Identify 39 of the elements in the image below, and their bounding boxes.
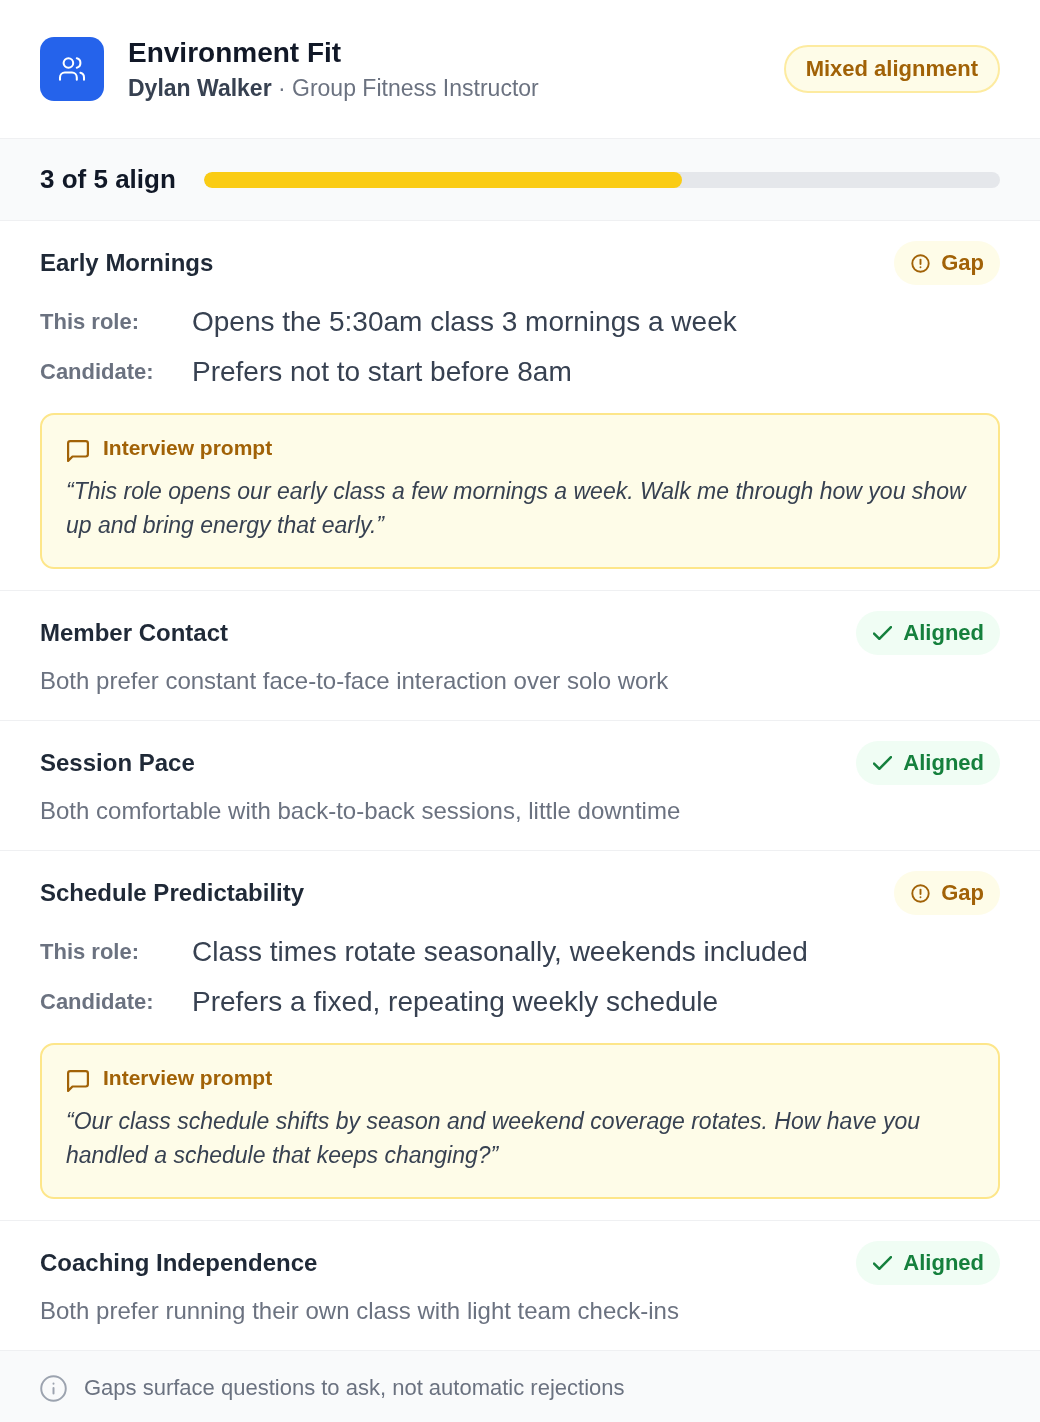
status-label: Gap bbox=[941, 250, 984, 276]
dimension-title: Early Mornings bbox=[40, 249, 214, 277]
dimension-title: Session Pace bbox=[40, 749, 195, 777]
dimension-title: Schedule Predictability bbox=[40, 879, 305, 907]
row-value: Prefers not to start before 8am bbox=[192, 356, 573, 388]
check-icon bbox=[873, 756, 893, 770]
users-icon bbox=[40, 37, 104, 101]
alert-icon bbox=[911, 883, 931, 903]
prompt-heading: Interview prompt bbox=[103, 436, 273, 460]
status-label: Aligned bbox=[903, 750, 984, 776]
row-label: Candidate: bbox=[40, 359, 155, 385]
dimension-title: Coaching Independence bbox=[40, 1249, 318, 1277]
subtitle: Dylan Walker · Group Fitness Instructor bbox=[128, 74, 540, 102]
prompt-heading: Interview prompt bbox=[103, 1066, 273, 1090]
alignment-count: 3 of 5 align bbox=[40, 164, 176, 195]
check-icon bbox=[873, 626, 893, 640]
status-badge: Mixed alignment bbox=[783, 45, 1000, 93]
row-label: Candidate: bbox=[40, 989, 155, 1015]
dimension-title: Member Contact bbox=[40, 619, 229, 647]
prompt-quote: “Our class schedule shifts by season and weekend coverage rotates. How have you handled a schedule that keeps changing?” bbox=[66, 1107, 922, 1170]
alert-icon bbox=[911, 253, 931, 273]
row-value: Prefers a fixed, repeating weekly schedule bbox=[192, 986, 720, 1018]
status-label: Aligned bbox=[903, 1250, 984, 1276]
status-label: Aligned bbox=[903, 620, 984, 646]
prompt-quote: “This role opens our early class a few mornings a week. Walk me through how you show up and bring energy that early.” bbox=[66, 477, 968, 540]
chat-bubble-icon bbox=[67, 439, 89, 462]
chat-bubble-icon bbox=[67, 1069, 89, 1092]
status-label: Gap bbox=[941, 880, 984, 906]
row-value: Class times rotate seasonally, weekends included bbox=[192, 936, 809, 968]
footer-note: Gaps surface questions to ask, not automatic rejections bbox=[84, 1375, 625, 1401]
info-icon bbox=[40, 1374, 67, 1402]
row-label: This role: bbox=[40, 939, 140, 965]
dimension-description: Both prefer running their own class with light team check-ins bbox=[40, 1296, 680, 1326]
row-label: This role: bbox=[40, 309, 140, 335]
dimension-description: Both comfortable with back-to-back sessions, little downtime bbox=[40, 796, 682, 826]
dimension-description: Both prefer constant face-to-face interaction over solo work bbox=[40, 666, 670, 696]
check-icon bbox=[873, 1256, 893, 1270]
row-value: Opens the 5:30am class 3 mornings a week bbox=[192, 306, 738, 338]
card-title: Environment Fit bbox=[128, 36, 343, 70]
